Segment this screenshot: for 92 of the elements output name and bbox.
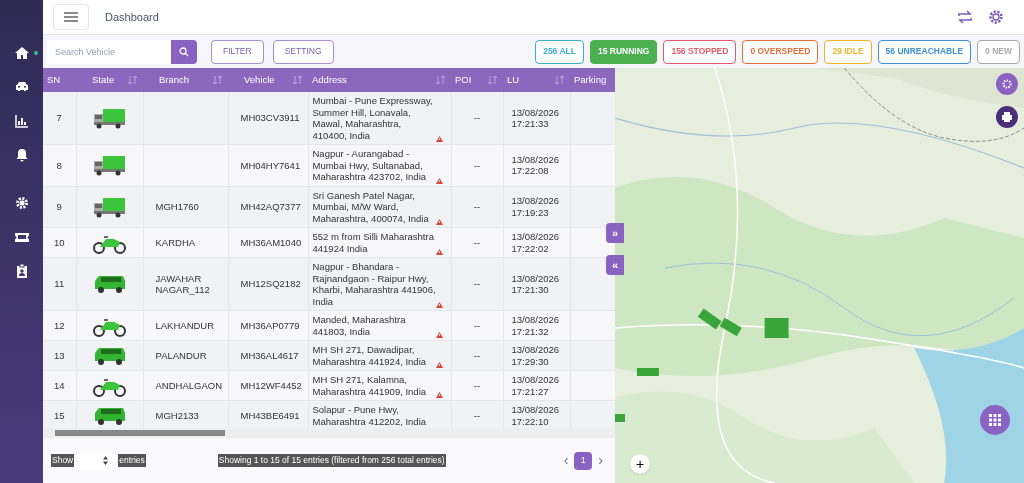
table-cell: --: [473, 201, 481, 212]
collapse-button[interactable]: «: [606, 255, 624, 275]
setting-button[interactable]: SETTING: [272, 39, 334, 64]
table-cell: MH SH 271, Kalamna, Maharashtra 441909, India: [312, 374, 427, 397]
table-cell: Nagpur - Bhandara - Rajnandgaon - Raipur Hwy, Kharbi, Maharashtra 441906, India: [312, 261, 436, 307]
table-cell: JAWAHAR NAGAR_112: [155, 272, 210, 295]
table-cell: 13: [53, 349, 65, 361]
search-button[interactable]: [171, 39, 197, 64]
table-cell: 13/08/2026 17:22:08: [511, 153, 560, 177]
table-cell: MH36AM1040: [240, 236, 302, 248]
table-cell: MGH2133: [155, 409, 199, 421]
settings-icon[interactable]: [988, 9, 1004, 25]
settings-icon: [13, 195, 30, 211]
table-cell: ANDHALGAON: [155, 379, 222, 391]
column-header[interactable]: Vehicle: [244, 73, 275, 85]
column-header[interactable]: LU: [507, 73, 520, 85]
table-cell: KARDHA: [155, 236, 196, 248]
table-cell: 13/08/2026 17:21:30: [511, 272, 560, 295]
table-cell: 552 m from Silli Maharashtra 441924 India: [312, 231, 434, 254]
table-cell: 13/08/2026 17:22:10: [511, 404, 560, 427]
table-cell: 14: [53, 379, 65, 391]
table-cell: MH12SQ2182: [240, 278, 301, 290]
table-cell: 7: [56, 112, 62, 124]
scrollbar-thumb[interactable]: [55, 430, 225, 436]
search-icon: [179, 46, 189, 57]
status-filter-button[interactable]: 56 UNREACHABLE: [877, 39, 972, 64]
table-cell: 12: [53, 319, 65, 331]
refresh-icon[interactable]: [956, 9, 974, 25]
page-button[interactable]: 1: [574, 451, 593, 470]
column-header[interactable]: State: [92, 73, 115, 85]
table-cell: PALANDUR: [155, 349, 207, 361]
table-cell: 13/08/2026 17:21:32: [511, 314, 560, 337]
table-cell: 13/08/2026 17:19:23: [511, 195, 560, 218]
next-page-link[interactable]: ›: [598, 450, 603, 471]
table-cell: MGH1760: [155, 201, 199, 212]
settings-icon: [1002, 79, 1012, 89]
table-cell: Sri Ganesh Patel Nagar, Mumbai, M/W Ward, Maharashtra, 400074, India: [312, 189, 429, 224]
entries-info: Showing 1 to 15 of 15 entries (filtered from 256 total entries): [217, 454, 446, 467]
show-label: Show: [51, 454, 75, 467]
previous-page-link[interactable]: ‹: [563, 450, 569, 471]
table-cell: 8: [56, 159, 62, 171]
home-icon: [13, 45, 30, 61]
table-cell: MH04HY7641: [240, 159, 301, 171]
table-cell: 9: [56, 201, 62, 212]
status-filter-button[interactable]: 0 NEW: [977, 39, 1020, 64]
menu-button[interactable]: [53, 4, 89, 30]
grid-icon: [989, 414, 1001, 426]
table-cell: Nagpur - Aurangabad - Mumbai Hwy, Sultanabad, Maharashtra 423702, India: [312, 148, 427, 182]
column-header[interactable]: SN: [47, 73, 61, 85]
table-cell: --: [473, 379, 481, 391]
sort-icon: [103, 456, 109, 465]
table-cell: 15: [53, 409, 65, 421]
page-size-select[interactable]: [78, 451, 115, 470]
menu-icon: [64, 12, 78, 22]
entries-label: entries: [118, 454, 146, 467]
column-header[interactable]: Parking: [574, 73, 607, 85]
status-filter-button[interactable]: 256 ALL: [535, 39, 584, 64]
bar-chart-icon: [13, 113, 30, 129]
table-cell: 13/08/2026 17:21:27: [511, 374, 560, 397]
table-cell: 13/08/2026 17:21:33: [511, 106, 560, 129]
printer-icon: [1002, 112, 1012, 122]
table-cell: MH12WF4452: [240, 379, 302, 391]
table-cell: --: [473, 319, 481, 331]
table-cell: 10: [53, 236, 65, 248]
table-cell: MH SH 271, Dawadipar, Maharashtra 441924, India: [312, 344, 427, 367]
table-cell: MH43BE6491: [240, 409, 300, 421]
page-title: Dashboard: [105, 9, 159, 25]
table-cell: --: [473, 159, 481, 171]
table-cell: MH36AL4617: [240, 349, 299, 361]
table-cell: MH36AP0779: [240, 319, 300, 331]
table-cell: --: [473, 236, 481, 248]
table-cell: 11: [54, 278, 65, 290]
table-cell: LAKHANDUR: [155, 319, 215, 331]
column-header[interactable]: POI: [455, 73, 472, 85]
column-header[interactable]: Branch: [159, 73, 190, 85]
table-cell: 13/08/2026 17:29:30: [511, 344, 560, 367]
table-cell: --: [473, 278, 481, 290]
status-filter-button[interactable]: 15 RUNNING: [589, 39, 658, 64]
table-cell: MH42AQ7377: [240, 201, 301, 212]
filter-button[interactable]: FILTER: [211, 39, 264, 64]
column-header[interactable]: Address: [312, 73, 347, 85]
status-filter-button[interactable]: 156 STOPPED: [663, 39, 737, 64]
status-filter-button[interactable]: 0 OVERSPEED: [742, 39, 819, 64]
table-cell: --: [473, 349, 481, 361]
table-cell: --: [473, 112, 481, 124]
expand-button[interactable]: »: [606, 223, 624, 243]
table-cell: MH03CV3911: [240, 112, 300, 124]
table-cell: --: [473, 409, 481, 421]
table-cell: Mumbai - Pune Expressway, Summer Hill, Lonavala, Mawal, Maharashtra, 410400, India: [312, 95, 433, 141]
table-cell: 13/08/2026 17:22:02: [511, 231, 560, 254]
table-cell: Solapur - Pune Hwy, Maharashtra 412202, India: [312, 404, 427, 427]
table-cell: Manded, Maharashtra 441803, India: [312, 314, 406, 337]
